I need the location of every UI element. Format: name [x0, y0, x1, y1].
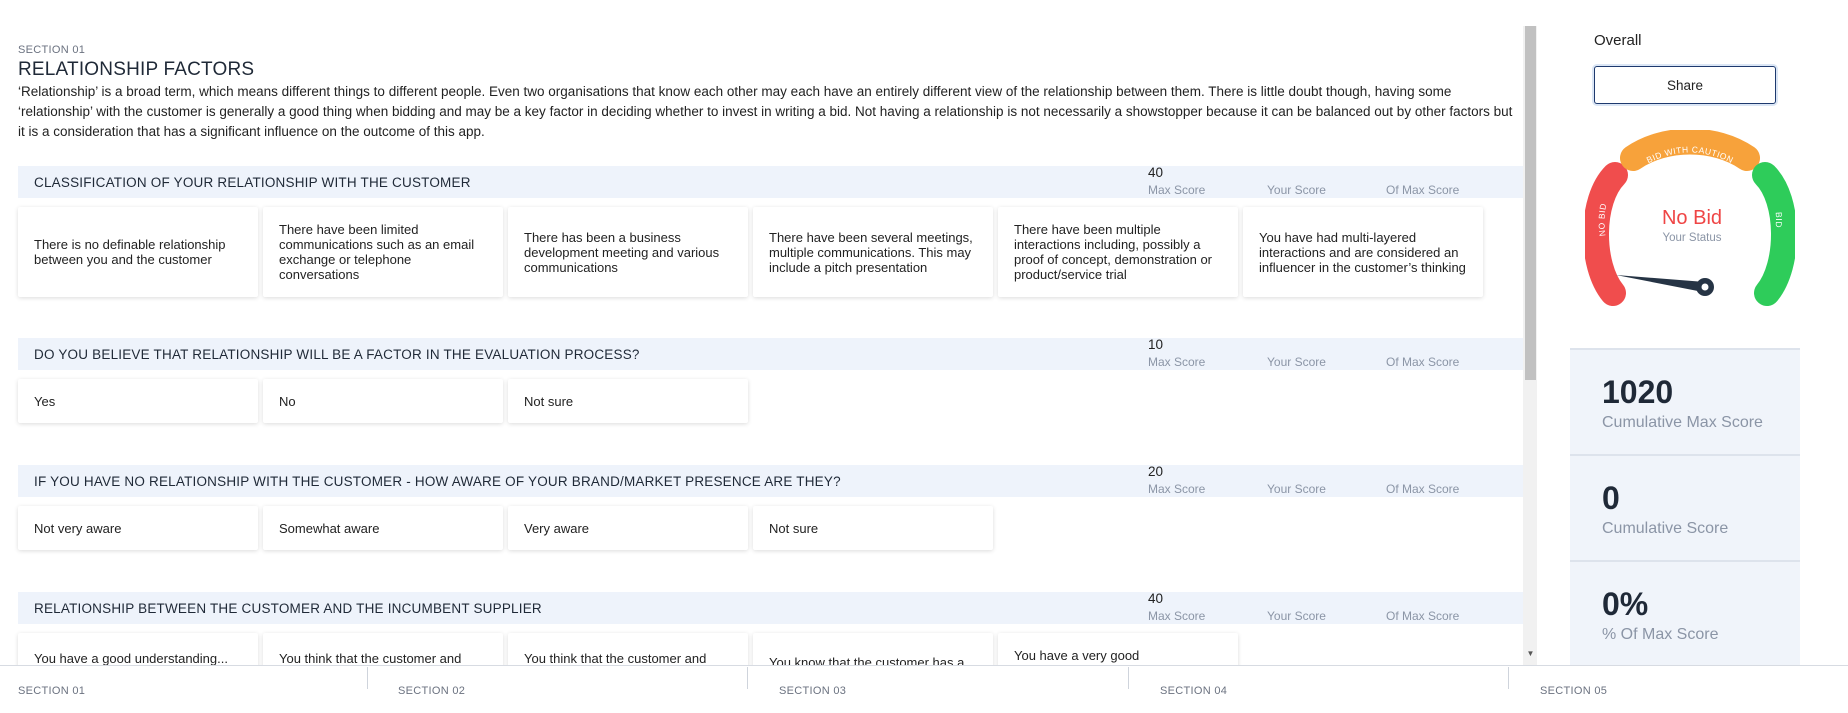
option-text: You have had multi-layered interactions …: [1259, 229, 1466, 275]
answer-option[interactable]: There has been a business development me…: [508, 207, 748, 297]
share-button[interactable]: Share: [1594, 66, 1776, 104]
answer-option[interactable]: Somewhat aware: [263, 506, 503, 550]
answer-option[interactable]: You have a good understanding...: [18, 633, 258, 665]
stat-value: 0%: [1602, 586, 1649, 622]
option-text: No: [279, 393, 296, 409]
max-score-value: 10: [1148, 337, 1164, 352]
option-text: You know that the customer has a good re…: [769, 655, 965, 665]
option-text: There is no definable relationship betwe…: [34, 237, 226, 267]
cumulative-max-score-card: 1020 Cumulative Max Score: [1570, 348, 1800, 454]
answer-option[interactable]: Yes: [18, 379, 258, 423]
answer-option[interactable]: You think that the customer and the...: [508, 633, 748, 665]
answer-option[interactable]: Not very aware: [18, 506, 258, 550]
answer-option[interactable]: There have been multiple interactions in…: [998, 207, 1238, 297]
tab-divider: [1128, 667, 1129, 689]
tab-divider: [747, 667, 748, 689]
answer-option[interactable]: You think that the customer and the...: [263, 633, 503, 665]
answer-option[interactable]: There have been limited communications s…: [263, 207, 503, 297]
scroll-down-arrow-icon[interactable]: ▼: [1525, 648, 1536, 660]
max-score-label: Max Score: [1148, 355, 1206, 369]
cumulative-score-card: 0 Cumulative Score: [1570, 454, 1800, 560]
section-number: SECTION 01: [18, 44, 86, 56]
of-max-score-label: Of Max Score: [1386, 609, 1460, 623]
question-title: RELATIONSHIP BETWEEN THE CUSTOMER AND TH…: [34, 601, 542, 616]
section-tab[interactable]: SECTION 03: [779, 685, 846, 697]
option-text: Yes: [34, 393, 56, 409]
option-text: There have been several meetings, multip…: [769, 229, 973, 275]
stat-label: Cumulative Score: [1602, 520, 1729, 537]
of-max-score-label: Of Max Score: [1386, 183, 1460, 197]
bid-status-gauge: BID WITH CAUTION NO BID BID No Bid Your …: [1585, 130, 1795, 306]
status-value: No Bid: [1662, 207, 1722, 229]
your-score-label: Your Score: [1267, 355, 1326, 369]
section-title: RELATIONSHIP FACTORS: [18, 59, 255, 80]
section-tab[interactable]: SECTION 05: [1540, 685, 1607, 697]
section-description: ‘Relationship’ is a broad term, which me…: [18, 84, 1513, 139]
option-text: You think that the customer and the...: [279, 651, 462, 665]
option-text: Somewhat aware: [279, 520, 380, 536]
option-text: You have a good understanding...: [34, 651, 228, 665]
stat-label: Cumulative Max Score: [1602, 414, 1763, 431]
option-text: There has been a business development me…: [524, 229, 720, 275]
question-title: DO YOU BELIEVE THAT RELATIONSHIP WILL BE…: [34, 347, 640, 362]
answer-option[interactable]: Very aware: [508, 506, 748, 550]
answer-option[interactable]: Not sure: [508, 379, 748, 423]
your-score-label: Your Score: [1267, 183, 1326, 197]
question-title: IF YOU HAVE NO RELATIONSHIP WITH THE CUS…: [34, 474, 841, 489]
status-label: Your Status: [1662, 232, 1721, 244]
your-score-label: Your Score: [1267, 609, 1326, 623]
answer-option[interactable]: No: [263, 379, 503, 423]
max-score-value: 40: [1148, 165, 1164, 180]
main-content: SECTION 01 RELATIONSHIP FACTORS ‘Relatio…: [0, 0, 1523, 665]
gauge-needle: [1616, 275, 1714, 296]
your-score-label: Your Score: [1267, 482, 1326, 496]
max-score-value: 20: [1148, 464, 1164, 479]
question-title: CLASSIFICATION OF YOUR RELATIONSHIP WITH…: [34, 175, 471, 190]
section-tab[interactable]: SECTION 01: [18, 685, 85, 697]
section-tab[interactable]: SECTION 04: [1160, 685, 1227, 697]
option-text: Very aware: [524, 520, 590, 536]
overall-heading: Overall: [1594, 32, 1642, 49]
option-text: Not very aware: [34, 520, 122, 536]
tab-divider: [1508, 667, 1509, 689]
stat-label: % Of Max Score: [1602, 626, 1719, 643]
max-score-label: Max Score: [1148, 609, 1206, 623]
answer-option[interactable]: You know that the customer has a good re…: [753, 633, 993, 665]
option-text: You have a very good understanding of th…: [1014, 648, 1213, 665]
option-text: You think that the customer and the...: [524, 651, 707, 665]
percent-of-max-score-card: 0% % Of Max Score: [1570, 560, 1800, 667]
of-max-score-label: Of Max Score: [1386, 482, 1460, 496]
answer-option[interactable]: You have a very good understanding of th…: [998, 633, 1238, 665]
scrollbar-thumb[interactable]: [1525, 26, 1536, 380]
option-text: There have been multiple interactions in…: [1014, 222, 1213, 282]
max-score-label: Max Score: [1148, 183, 1206, 197]
answer-option[interactable]: You have had multi-layered interactions …: [1243, 207, 1483, 297]
tab-divider: [367, 667, 368, 689]
max-score-value: 40: [1148, 591, 1164, 606]
option-text: Not sure: [769, 520, 819, 536]
option-text: There have been limited communications s…: [279, 222, 475, 282]
section-tab[interactable]: SECTION 02: [398, 685, 465, 697]
stat-value: 0: [1602, 480, 1620, 516]
option-text: Not sure: [524, 393, 574, 409]
max-score-label: Max Score: [1148, 482, 1206, 496]
stat-value: 1020: [1602, 374, 1674, 410]
of-max-score-label: Of Max Score: [1386, 355, 1460, 369]
answer-option[interactable]: There is no definable relationship betwe…: [18, 207, 258, 297]
answer-option[interactable]: There have been several meetings, multip…: [753, 207, 993, 297]
answer-option[interactable]: Not sure: [753, 506, 993, 550]
bid-arc: [1752, 162, 1795, 306]
bid-arc-label: BID: [1774, 212, 1784, 228]
